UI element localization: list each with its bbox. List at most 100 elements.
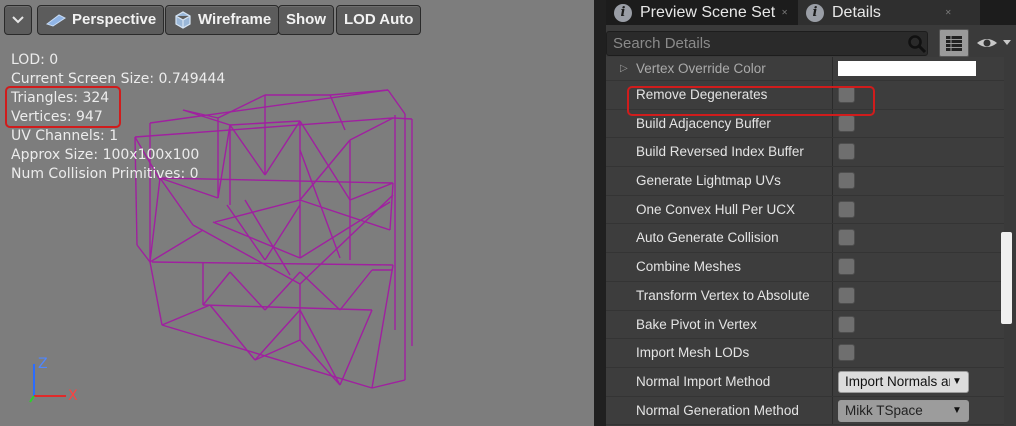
mesh-edge bbox=[392, 117, 413, 120]
info-icon: i bbox=[614, 3, 632, 22]
property-checkbox[interactable] bbox=[838, 172, 855, 190]
property-checkbox[interactable] bbox=[838, 286, 855, 304]
mesh-edge bbox=[254, 309, 301, 361]
property-label: Normal Generation Method bbox=[636, 402, 799, 418]
details-scrollbar[interactable] bbox=[1001, 232, 1012, 324]
property-row: Generate Lightmap UVs bbox=[606, 167, 1004, 196]
mesh-edge bbox=[299, 271, 341, 311]
mesh-edge bbox=[226, 204, 266, 261]
show-button[interactable]: Show bbox=[278, 5, 334, 35]
remove-degenerates-highlight bbox=[627, 86, 875, 116]
property-label: Bake Pivot in Vertex bbox=[636, 316, 757, 332]
property-label: Vertex Override Color bbox=[636, 61, 766, 76]
eye-icon[interactable] bbox=[976, 35, 1014, 51]
details-panel: i Preview Scene Set ✕ i Details ✕ Search… bbox=[606, 0, 1016, 426]
property-label: Combine Meshes bbox=[636, 259, 742, 275]
tab-close-icon[interactable]: ✕ bbox=[781, 8, 788, 17]
column-divider bbox=[832, 195, 833, 224]
info-icon: i bbox=[806, 3, 824, 22]
property-checkbox[interactable] bbox=[838, 143, 855, 161]
wireframe-label: Wireframe bbox=[198, 11, 272, 28]
property-dropdown[interactable]: Mikk TSpace ▼ bbox=[838, 399, 969, 422]
mesh-edge bbox=[202, 271, 231, 306]
mesh-edge bbox=[229, 124, 266, 176]
mesh-edge bbox=[149, 177, 161, 263]
mesh-edge bbox=[371, 379, 406, 389]
property-row: Combine Meshes bbox=[606, 253, 1004, 282]
lod-label: LOD Auto bbox=[344, 11, 414, 28]
property-label: Import Mesh LODs bbox=[636, 345, 750, 361]
column-divider bbox=[832, 57, 833, 80]
triangles-vertices-highlight bbox=[5, 86, 121, 128]
stat-collision: Num Collision Primitives: 0 bbox=[11, 166, 199, 182]
mesh-edge bbox=[212, 221, 301, 259]
column-divider bbox=[832, 281, 833, 310]
tab-close-icon[interactable]: ✕ bbox=[945, 8, 952, 17]
search-icon[interactable] bbox=[907, 34, 927, 54]
property-label: Transform Vertex to Absolute bbox=[636, 287, 810, 303]
property-label: Build Reversed Index Buffer bbox=[636, 144, 804, 160]
dropdown-value: Mikk TSpace bbox=[845, 402, 923, 418]
property-checkbox[interactable] bbox=[838, 200, 855, 218]
mesh-edge bbox=[299, 120, 351, 201]
mesh-viewport[interactable]: Perspective Wireframe Show LOD Auto LOD:… bbox=[0, 0, 594, 426]
property-checkbox[interactable] bbox=[838, 315, 855, 333]
wireframe-cube-icon bbox=[175, 11, 191, 29]
expand-arrow-icon[interactable]: ▷ bbox=[620, 57, 628, 81]
mesh-edge bbox=[151, 261, 394, 266]
column-divider bbox=[832, 138, 833, 167]
property-dropdown[interactable]: Import Normals ar ▼ bbox=[838, 370, 969, 393]
mesh-edge bbox=[329, 94, 346, 131]
property-label: One Convex Hull Per UCX bbox=[636, 201, 796, 217]
wireframe-button[interactable]: Wireframe bbox=[165, 5, 280, 35]
mesh-edge bbox=[264, 271, 301, 311]
dropdown-value: Import Normals ar bbox=[845, 373, 954, 389]
panel-splitter[interactable] bbox=[594, 0, 606, 426]
property-label: Auto Generate Collision bbox=[636, 230, 779, 246]
mesh-edge bbox=[389, 182, 394, 231]
mesh-edge bbox=[161, 304, 211, 326]
mesh-edge bbox=[209, 304, 256, 361]
property-row: Build Reversed Index Buffer bbox=[606, 138, 1004, 168]
mesh-edge bbox=[136, 244, 151, 263]
column-divider bbox=[832, 396, 833, 425]
property-checkbox[interactable] bbox=[838, 344, 855, 362]
mesh-edge bbox=[339, 309, 373, 386]
tab-label: Preview Scene Set bbox=[640, 3, 776, 21]
mesh-edge bbox=[149, 261, 163, 326]
tab-bar: i Preview Scene Set ✕ i Details ✕ bbox=[606, 0, 1016, 25]
mesh-edge bbox=[299, 149, 341, 259]
mesh-edge bbox=[371, 264, 394, 389]
tab-details[interactable]: i Details ✕ bbox=[798, 0, 980, 25]
column-divider bbox=[832, 167, 833, 195]
tab-label: Details bbox=[832, 3, 881, 21]
mesh-edge bbox=[161, 324, 373, 389]
property-row: One Convex Hull Per UCX bbox=[606, 195, 1004, 225]
tab-preview-scene-set[interactable]: i Preview Scene Set ✕ bbox=[614, 0, 790, 25]
perspective-button[interactable]: Perspective bbox=[37, 5, 165, 35]
dropdown-arrow-icon: ▼ bbox=[950, 400, 964, 421]
axis-z-label: Z bbox=[38, 356, 48, 372]
grid-view-icon bbox=[946, 36, 962, 51]
mesh-edge bbox=[299, 199, 391, 231]
property-checkbox[interactable] bbox=[838, 114, 855, 132]
column-divider bbox=[832, 253, 833, 281]
column-divider bbox=[832, 310, 833, 339]
property-row: Bake Pivot in Vertex bbox=[606, 310, 1004, 340]
mesh-edge bbox=[299, 201, 391, 259]
property-label: Normal Import Method bbox=[636, 373, 771, 389]
column-divider bbox=[832, 367, 833, 396]
mesh-edge bbox=[349, 182, 394, 201]
column-divider bbox=[832, 339, 833, 367]
view-options-button[interactable] bbox=[939, 29, 969, 57]
dropdown-arrow-icon: ▼ bbox=[950, 371, 964, 392]
mesh-edge bbox=[214, 199, 301, 223]
mesh-edge bbox=[149, 229, 204, 263]
property-checkbox[interactable] bbox=[838, 258, 855, 276]
lod-button[interactable]: LOD Auto bbox=[336, 5, 422, 35]
color-swatch[interactable] bbox=[838, 61, 976, 76]
mesh-edge bbox=[339, 269, 373, 311]
search-input[interactable]: Search Details bbox=[606, 31, 928, 56]
viewport-options-button[interactable] bbox=[4, 5, 32, 35]
property-checkbox[interactable] bbox=[838, 229, 855, 247]
